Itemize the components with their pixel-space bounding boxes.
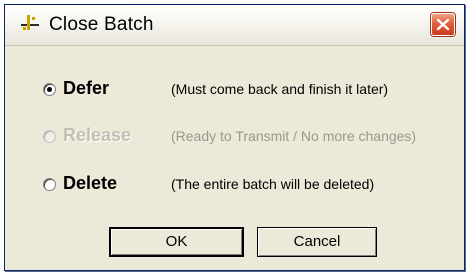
delete-radio[interactable]: [43, 178, 56, 191]
release-description: (Ready to Transmit / No more changes): [171, 128, 417, 144]
cancel-button[interactable]: Cancel: [257, 227, 377, 257]
ok-button[interactable]: OK: [109, 227, 244, 257]
title-bar[interactable]: Close Batch: [5, 5, 464, 46]
close-icon: [436, 18, 450, 31]
option-delete[interactable]: Delete (The entire batch will be deleted…: [43, 173, 463, 199]
release-radio: [43, 130, 56, 143]
delete-label: Delete: [63, 173, 118, 193]
option-release: Release (Ready to Transmit / No more cha…: [43, 125, 463, 151]
defer-description: (Must come back and finish it later): [171, 81, 389, 97]
close-button[interactable]: [431, 13, 455, 36]
close-batch-dialog: Close Batch Defer (Must come back and fi…: [4, 4, 465, 271]
delete-description: (The entire batch will be deleted): [171, 176, 375, 192]
dialog-title: Close Batch: [49, 14, 154, 35]
defer-label: Defer: [63, 78, 110, 98]
defer-radio[interactable]: [43, 83, 56, 96]
option-defer[interactable]: Defer (Must come back and finish it late…: [43, 78, 463, 104]
release-label: Release: [63, 125, 132, 145]
batch-icon: [19, 13, 41, 33]
